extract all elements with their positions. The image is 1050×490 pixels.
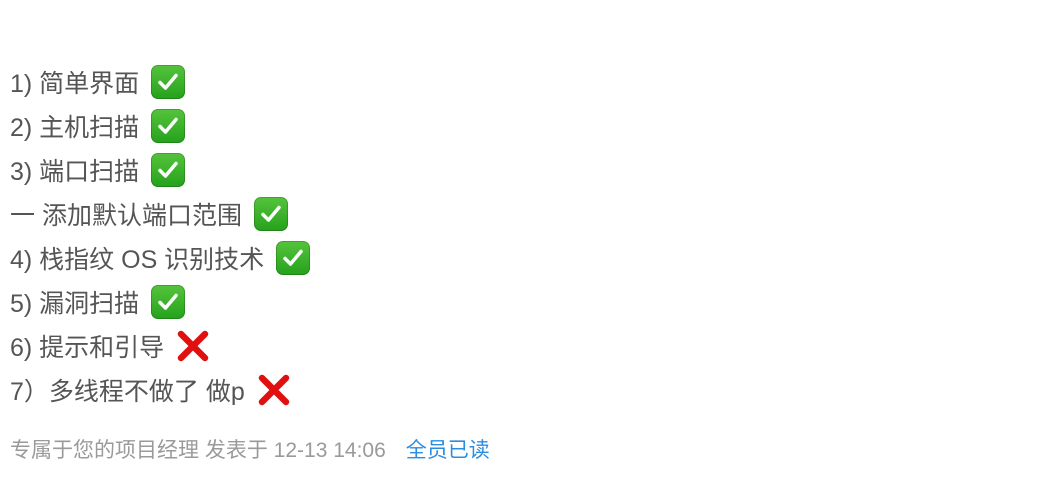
- list-item-text: 3) 端口扫描: [10, 158, 140, 186]
- check-icon: [276, 241, 311, 275]
- check-icon: [253, 197, 288, 231]
- list-item: 5) 漏洞扫描: [10, 280, 1010, 324]
- list-item-text: 4) 栈指纹 OS 识别技术: [10, 246, 265, 274]
- list-item: 一 添加默认端口范围: [10, 192, 1010, 236]
- list-item: 1) 简单界面: [10, 60, 1010, 104]
- check-icon: [151, 65, 186, 99]
- cross-icon: [176, 329, 210, 363]
- list-item: 7）多线程不做了 做p: [10, 368, 1010, 412]
- list-item: 3) 端口扫描: [10, 148, 1010, 192]
- read-status-link[interactable]: 全员已读: [406, 434, 490, 464]
- list-item-text: 2) 主机扫描: [10, 114, 140, 142]
- list-item-text: 5) 漏洞扫描: [10, 290, 140, 318]
- list-item: 2) 主机扫描: [10, 104, 1010, 148]
- check-icon: [151, 153, 186, 187]
- author-posted-time: 专属于您的项目经理 发表于 12-13 14:06: [10, 439, 386, 462]
- list-item-text: 一 添加默认端口范围: [10, 202, 242, 230]
- list-item-text: 6) 提示和引导: [10, 334, 165, 362]
- list-item-text: 7）多线程不做了 做p: [10, 378, 245, 406]
- list-item: 4) 栈指纹 OS 识别技术: [10, 236, 1010, 280]
- check-icon: [151, 285, 186, 319]
- message-body: 1) 简单界面 2) 主机扫描 3) 端口扫描 一 添加默认端口范围 4) 栈指…: [10, 60, 1010, 412]
- list-item: 6) 提示和引导: [10, 324, 1010, 368]
- cross-icon: [257, 373, 291, 407]
- message-meta: 专属于您的项目经理 发表于 12-13 14:06 全员已读: [10, 430, 490, 468]
- list-item-text: 1) 简单界面: [10, 70, 140, 98]
- check-icon: [151, 109, 186, 143]
